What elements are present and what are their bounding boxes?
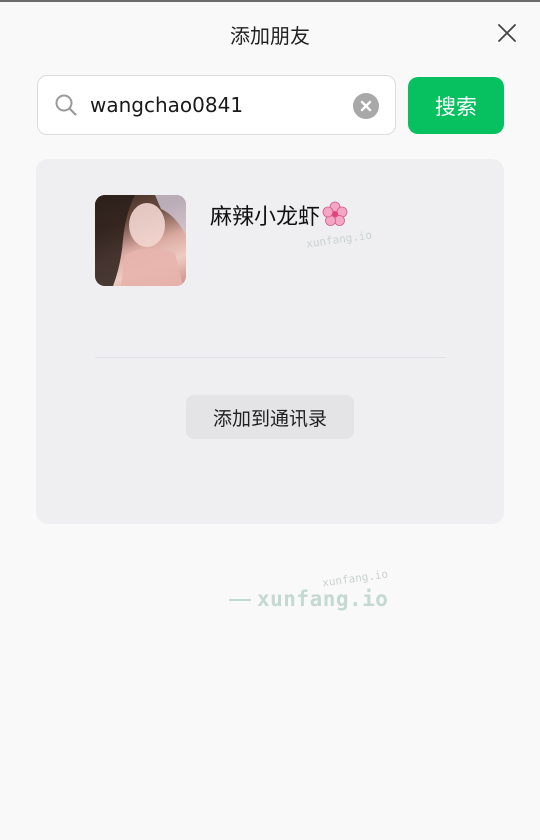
close-icon[interactable]: [496, 22, 518, 44]
nickname: 麻辣小龙虾: [210, 199, 348, 231]
add-friend-window: 添加朋友 搜索: [0, 0, 540, 840]
clear-icon[interactable]: [353, 93, 379, 119]
watermark-main: xunfang.io: [257, 587, 389, 611]
search-input[interactable]: [90, 76, 345, 134]
avatar[interactable]: [95, 195, 186, 286]
search-result-card: 麻辣小龙虾 xunfang.io 添加到通讯录: [36, 159, 504, 524]
search-icon: [54, 93, 78, 117]
nickname-text: 麻辣小龙虾: [210, 205, 321, 230]
page-title: 添加朋友: [230, 24, 310, 48]
watermark-text: xunfang.io: [305, 228, 373, 251]
cherry-blossom-icon: [322, 201, 348, 227]
add-to-contacts-button[interactable]: 添加到通讯录: [186, 395, 354, 439]
search-button[interactable]: 搜索: [408, 77, 504, 134]
divider: [95, 357, 446, 358]
search-box: [37, 75, 396, 135]
watermark-dash: [229, 599, 251, 601]
